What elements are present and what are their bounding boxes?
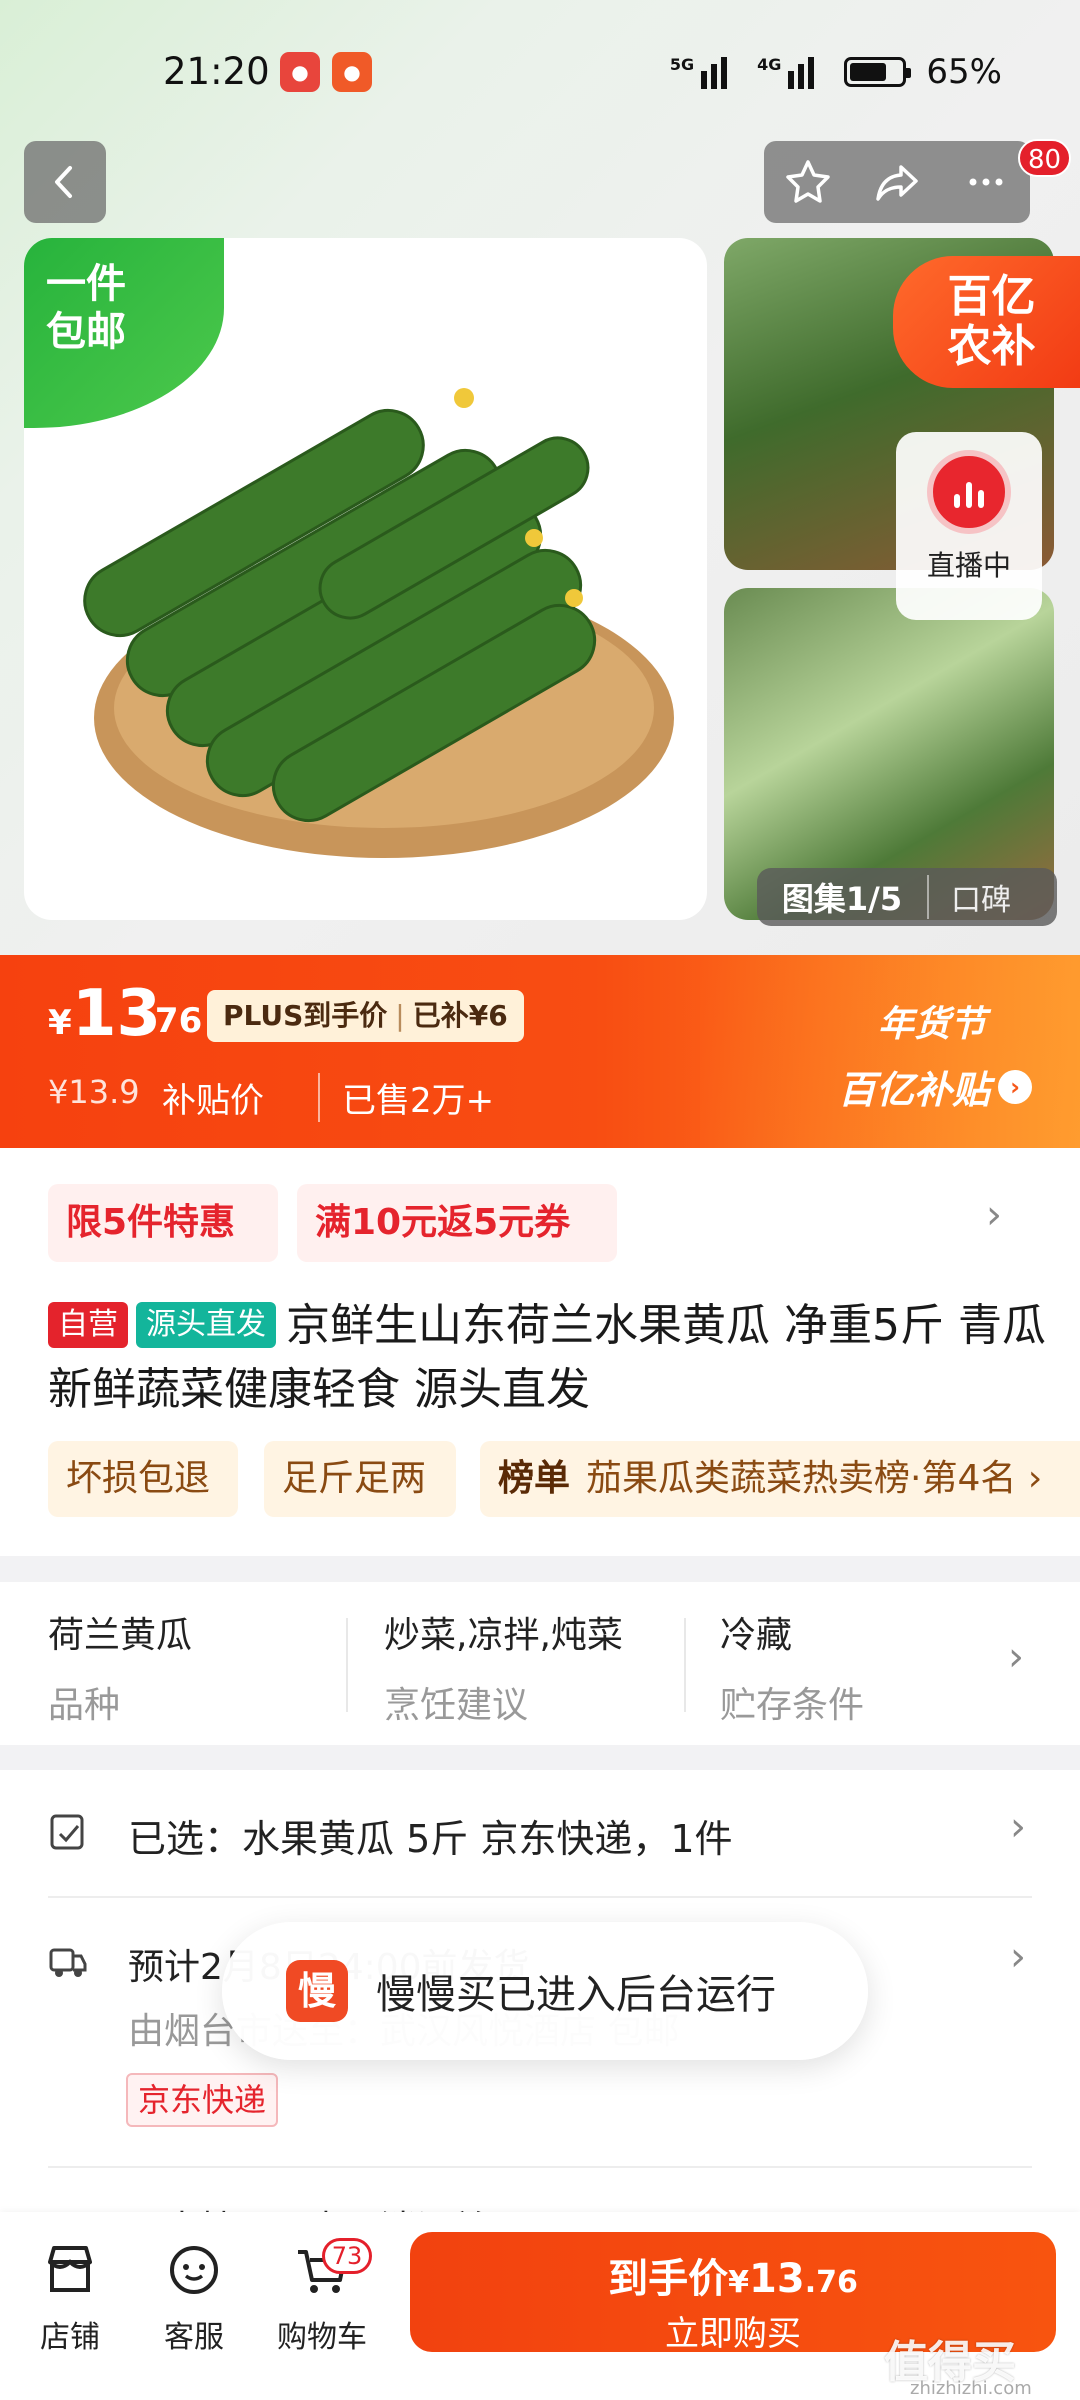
signal-icon: 4G xyxy=(757,55,824,89)
notification-app-icon: ● xyxy=(332,52,372,92)
promo-limited[interactable]: 限5件特惠 xyxy=(48,1184,278,1262)
chevron-left-icon xyxy=(55,166,72,198)
feature-full-weight: 足斤足两 xyxy=(264,1441,456,1517)
favorite-button[interactable] xyxy=(783,157,833,207)
more-icon xyxy=(969,178,1003,186)
shop-icon xyxy=(48,2246,92,2292)
chevron-right-icon[interactable]: › xyxy=(986,1192,1002,1238)
product-main-image[interactable]: 一件 包邮 xyxy=(24,238,707,920)
message-badge: 80 xyxy=(1018,139,1072,177)
chevron-right-icon[interactable]: › xyxy=(1010,1934,1026,1980)
festival-title: 年货节 xyxy=(877,1004,986,1045)
battery-percent: 65% xyxy=(926,52,1002,92)
more-button[interactable] xyxy=(961,157,1011,207)
festival-subsidy-link[interactable]: 百亿补贴 › xyxy=(838,1059,1033,1114)
promo-coupon[interactable]: 满10元返5元券 xyxy=(297,1184,617,1262)
header-actions xyxy=(764,141,1030,223)
watermark-url: zhizhizhi.com xyxy=(910,2378,1032,2399)
price-decimal: .76 xyxy=(142,1001,203,1041)
star-icon xyxy=(786,160,831,203)
attribute-cooking: 炒菜,凉拌,炖菜 烹饪建议 xyxy=(384,1615,623,1726)
chevron-right-icon: › xyxy=(998,1069,1033,1104)
chevron-right-icon[interactable]: › xyxy=(1010,1804,1026,1850)
subsidy-badge[interactable]: 百亿 农补 xyxy=(893,256,1080,388)
status-time: 21:20 xyxy=(163,50,270,93)
background-run-toast: 慢 慢慢买已进入后台运行 xyxy=(222,1922,868,2060)
self-operated-tag: 自营 xyxy=(48,1302,128,1348)
toast-message: 慢慢买已进入后台运行 xyxy=(376,1972,776,2018)
shop-button[interactable]: 店铺 xyxy=(20,2240,120,2356)
attribute-storage: 冷藏 贮存条件 xyxy=(720,1615,865,1726)
subsidy-price-label: 补贴价 xyxy=(162,1081,264,1121)
delivery-truck-icon xyxy=(49,1948,87,1977)
chat-face-icon xyxy=(170,2246,218,2294)
battery-icon xyxy=(844,57,912,87)
gallery-tab[interactable]: 图集1/5 xyxy=(757,874,927,920)
cart-count-badge: 73 xyxy=(322,2238,372,2274)
live-stream-button[interactable]: 直播中 xyxy=(896,432,1042,620)
source-direct-tag: 源头直发 xyxy=(136,1302,276,1348)
attribute-variety: 荷兰黄瓜 品种 xyxy=(48,1615,193,1726)
price-banner: ¥ 13 .76 PLUS到手价 | 已补¥6 ¥13.9 补贴价 已售2万+ 年货… xyxy=(0,955,1080,1148)
price-currency: ¥ xyxy=(48,1003,72,1043)
chevron-right-icon[interactable]: › xyxy=(1008,1634,1024,1680)
plus-price-tag: PLUS到手价 | 已补¥6 xyxy=(207,990,524,1042)
share-icon xyxy=(876,165,918,201)
original-price: ¥13.9 xyxy=(48,1073,140,1111)
selected-spec[interactable]: 已选：水果黄瓜 5斤 京东快递，1件 xyxy=(128,1808,733,1863)
product-title: 自营 源头直发 京鲜生山东荷兰水果黄瓜 净重5斤 青瓜新鲜蔬菜健康轻食 源头直发 xyxy=(48,1300,1046,1415)
app-logo-icon: 慢 xyxy=(286,1960,348,2022)
feature-damage-refund: 坏损包退 xyxy=(48,1441,238,1517)
jd-express-tag: 京东快递 xyxy=(126,2073,279,2127)
notification-app-icon: ● xyxy=(280,52,320,92)
ranking-link[interactable]: 榜单 茄果瓜类蔬菜热卖榜·第4名 › xyxy=(480,1441,1080,1517)
attributes-card[interactable]: 荷兰黄瓜 品种 炒菜,凉拌,炖菜 烹饪建议 冷藏 贮存条件 › xyxy=(0,1582,1080,1745)
customer-service-button[interactable]: 客服 xyxy=(144,2240,244,2356)
live-icon xyxy=(927,450,1011,534)
checklist-icon xyxy=(50,1814,84,1850)
product-info-card: 限5件特惠 满10元返5元券 › 自营 源头直发 京鲜生山东荷兰水果黄瓜 净重5斤 … xyxy=(0,1148,1080,1556)
signal-icon: 5G xyxy=(670,55,737,89)
gallery-bar: 图集1/5 口碑 xyxy=(757,868,1057,926)
sold-count: 已售2万+ xyxy=(318,1073,494,1122)
share-button[interactable] xyxy=(872,157,922,207)
back-button[interactable] xyxy=(24,141,106,223)
status-indicators: 5G 4G 65% xyxy=(670,52,1002,92)
review-tab[interactable]: 口碑 xyxy=(927,875,1011,919)
status-bar: 21:20 ● ● 5G 4G 65% xyxy=(0,0,1080,140)
